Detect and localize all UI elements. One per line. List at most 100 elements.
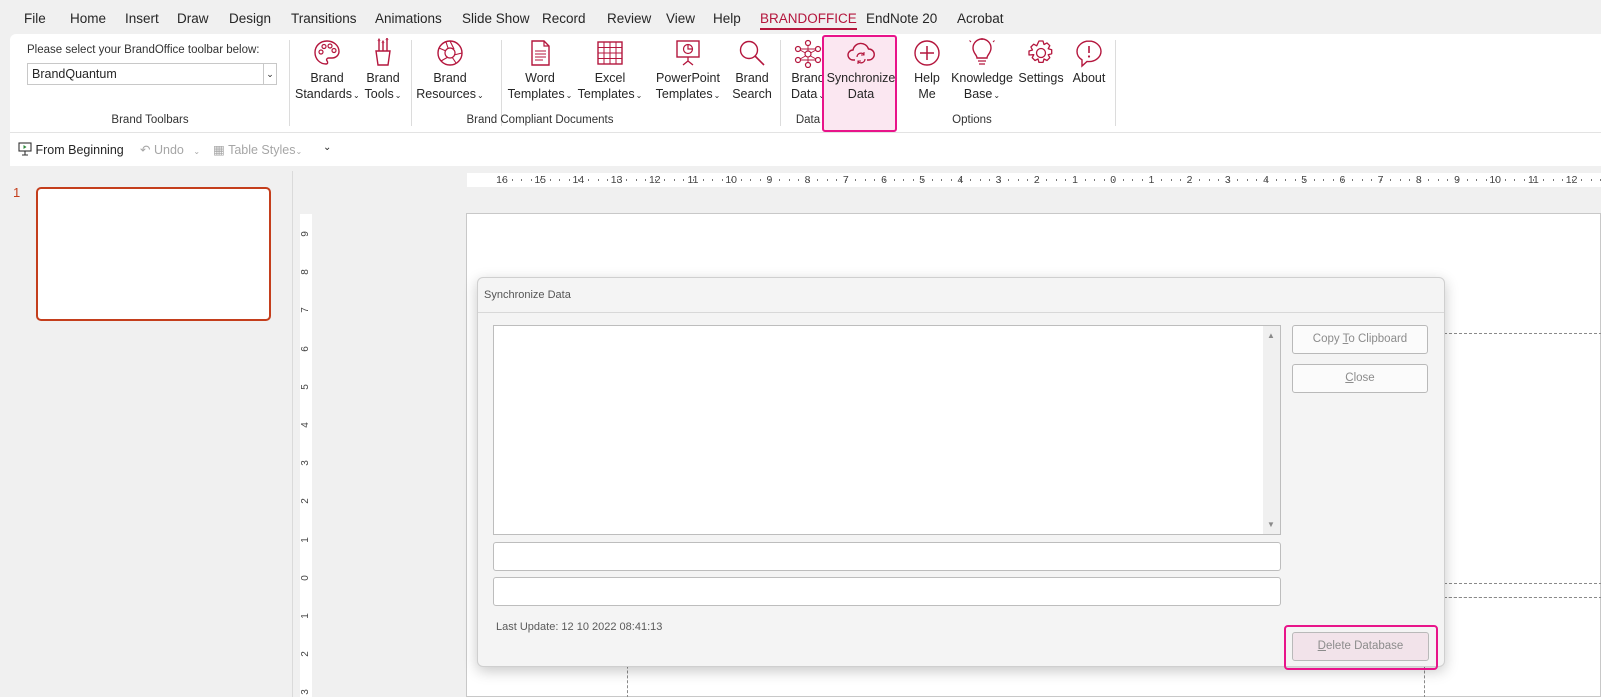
powerpoint-templates-button[interactable]: PowerPoint Templates⌄ xyxy=(647,38,729,108)
ribbon-separator xyxy=(411,40,412,126)
menu-tab-view[interactable]: View xyxy=(666,11,695,26)
ruler-tick xyxy=(1304,179,1306,181)
brand-search-label-2: Search xyxy=(732,86,772,101)
ruler-tick xyxy=(922,179,924,181)
brand-search-button[interactable]: Brand Search xyxy=(729,38,775,108)
ruler-tick-label: 0 xyxy=(300,575,311,581)
ruler-tick xyxy=(788,179,790,181)
chevron-down-icon: ⌄ xyxy=(635,90,643,100)
ruler-tick xyxy=(1266,179,1267,181)
ruler-tick xyxy=(884,179,885,181)
status-field-2[interactable] xyxy=(493,577,1281,606)
synchronize-data-label-2: Data xyxy=(847,86,875,101)
menu-tab-endnote-20[interactable]: EndNote 20 xyxy=(866,11,937,26)
synchronize-data-button[interactable]: Synchronize Data xyxy=(826,38,896,108)
delete-label-key: D xyxy=(1317,640,1326,652)
toolbar-select[interactable]: BrandQuantum ⌄ xyxy=(27,63,277,85)
ruler-tick xyxy=(1132,179,1134,181)
ruler-tick xyxy=(1275,179,1277,181)
chevron-down-icon: ⌄ xyxy=(295,147,303,156)
ruler-tick xyxy=(864,179,866,181)
ruler-tick xyxy=(1418,179,1420,181)
ruler-tick xyxy=(1113,179,1115,181)
ruler-tick-label: 2 xyxy=(300,651,311,657)
menu-tab-transitions[interactable]: Transitions xyxy=(291,11,357,26)
menu-tab-file[interactable]: File xyxy=(24,11,46,26)
brand-tools-button[interactable]: Brand Tools⌄ xyxy=(360,38,406,108)
ruler-tick xyxy=(960,179,962,181)
status-field-1[interactable] xyxy=(493,542,1281,571)
ruler-tick xyxy=(712,179,714,181)
slide-thumbnail[interactable] xyxy=(36,187,271,321)
table-styles-label: Table Styles xyxy=(228,143,296,157)
menu-tab-draw[interactable]: Draw xyxy=(177,11,209,26)
vertical-ruler: 9 8 7 6 5 4 3 2 1 0 1 2 3 xyxy=(300,214,312,697)
ruler-tick xyxy=(798,179,800,181)
ruler-tick-label: 4 xyxy=(300,422,311,428)
excel-templates-button[interactable]: Excel Templates⌄ xyxy=(577,38,643,108)
menu-tab-design[interactable]: Design xyxy=(229,11,271,26)
menu-tab-help[interactable]: Help xyxy=(713,11,741,26)
ruler-tick xyxy=(549,179,551,181)
group-label-brand-toolbars: Brand Toolbars xyxy=(111,114,189,126)
ruler-tick xyxy=(1075,179,1076,181)
ruler-tick xyxy=(1514,179,1516,181)
table-styles-button[interactable]: ▦ Table Styles⌄ xyxy=(213,142,302,157)
ruler-tick xyxy=(903,179,905,181)
help-me-label-1: Help xyxy=(914,71,940,85)
from-beginning-button[interactable]: From Beginning xyxy=(18,142,124,157)
customize-qat-icon[interactable]: ⌄ xyxy=(323,142,331,153)
ruler-tick xyxy=(769,179,771,181)
ruler-tick xyxy=(845,179,847,181)
settings-button[interactable]: Settings xyxy=(1015,38,1067,108)
content-placeholder[interactable] xyxy=(1424,597,1601,697)
menu-tab-record[interactable]: Record xyxy=(542,11,586,26)
brand-resources-button[interactable]: Brand Resources⌄ xyxy=(414,38,486,108)
sync-log-textarea[interactable]: ▲ ▼ xyxy=(493,325,1281,535)
ruler-tick xyxy=(1141,179,1143,181)
menu-tab-home[interactable]: Home xyxy=(70,11,106,26)
knowledge-base-button[interactable]: Knowledge Base⌄ xyxy=(949,38,1015,108)
synchronize-data-label-1: Synchronize xyxy=(826,71,896,85)
menu-tab-insert[interactable]: Insert xyxy=(125,11,159,26)
ruler-tick xyxy=(1466,179,1468,181)
ruler-tick xyxy=(1027,179,1029,181)
log-scrollbar[interactable]: ▲ ▼ xyxy=(1263,326,1280,534)
panel-divider[interactable] xyxy=(292,171,293,697)
about-button[interactable]: About xyxy=(1066,38,1112,108)
ruler-tick xyxy=(1332,179,1334,181)
chevron-down-icon: ⌄ xyxy=(477,90,484,100)
undo-button[interactable]: ↶ Undo ⌄ xyxy=(140,142,200,157)
menu-tab-slide-show[interactable]: Slide Show xyxy=(462,11,530,26)
chevron-down-icon[interactable]: ⌄ xyxy=(263,64,276,84)
scroll-down-icon[interactable]: ▼ xyxy=(1267,520,1275,529)
ruler-tick xyxy=(1285,179,1287,181)
ruler-tick-label: 8 xyxy=(300,269,311,275)
menu-tab-review[interactable]: Review xyxy=(607,11,651,26)
word-templates-button[interactable]: Word Templates⌄ xyxy=(507,38,573,108)
ruler-tick xyxy=(1351,179,1353,181)
cloud-sync-icon xyxy=(847,42,875,64)
delete-database-button[interactable]: Delete Database xyxy=(1292,632,1429,661)
help-me-button[interactable]: Help Me xyxy=(900,38,954,108)
close-label-post: lose xyxy=(1353,372,1375,384)
menu-tab-acrobat[interactable]: Acrobat xyxy=(957,11,1004,26)
scroll-up-icon[interactable]: ▲ xyxy=(1267,331,1275,340)
toolbar-select-value: BrandQuantum xyxy=(32,67,117,81)
gear-icon xyxy=(1028,40,1053,64)
menu-tab-brandoffice[interactable]: BRANDOFFICE xyxy=(760,11,857,30)
menu-tab-animations[interactable]: Animations xyxy=(375,11,442,26)
ruler-tick xyxy=(979,179,981,181)
ruler-tick xyxy=(1562,179,1564,181)
ruler-tick xyxy=(1447,179,1449,181)
copy-to-clipboard-button[interactable]: Copy To Clipboard xyxy=(1292,325,1428,354)
brand-standards-button[interactable]: Brand Standards⌄ xyxy=(295,38,360,108)
content-placeholder[interactable] xyxy=(1424,333,1601,584)
chevron-down-icon[interactable]: ⌄ xyxy=(193,147,200,156)
ruler-tick xyxy=(1371,179,1373,181)
ruler-tick xyxy=(1342,179,1344,181)
ruler-tick xyxy=(1294,179,1296,181)
ruler-tick xyxy=(559,179,561,181)
close-button[interactable]: Close xyxy=(1292,364,1428,393)
menu-bar: File Home Insert Draw Design Transitions Anima… xyxy=(0,0,1601,34)
